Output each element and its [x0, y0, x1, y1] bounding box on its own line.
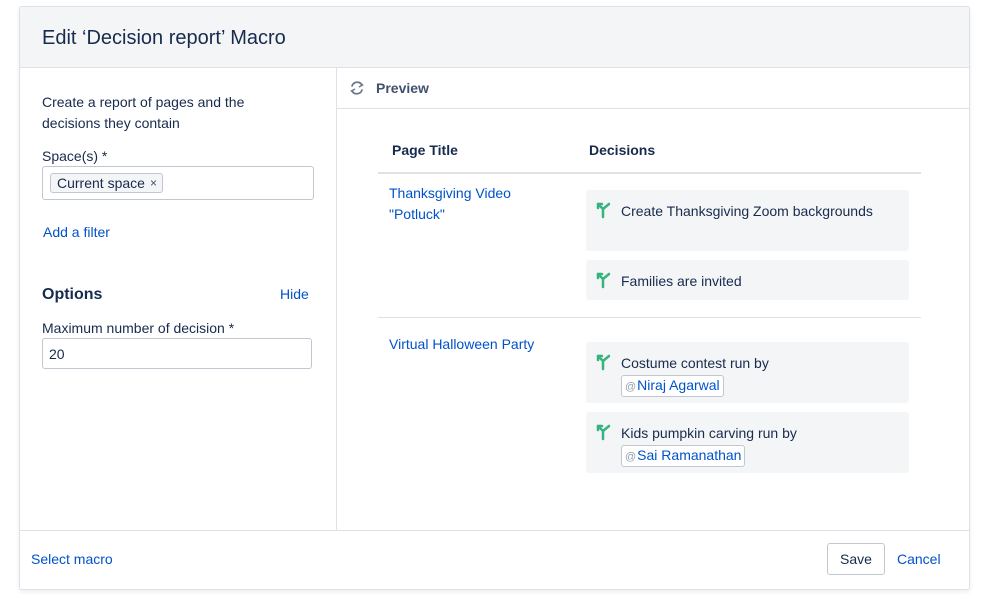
- decision-icon: [596, 424, 611, 441]
- select-macro-link[interactable]: Select macro: [31, 551, 113, 567]
- mention-name: Sai Ramanathan: [637, 447, 742, 463]
- preview-panel: Preview Page Title Decisions Thanksgivin…: [337, 68, 969, 530]
- mention-at-icon: @: [625, 451, 637, 463]
- add-filter-link[interactable]: Add a filter: [43, 224, 110, 240]
- macro-description: Create a report of pages and the decisio…: [42, 94, 245, 131]
- spaces-input[interactable]: Current space ×: [42, 166, 314, 200]
- column-header-page-title: Page Title: [392, 142, 458, 158]
- decision-item: Families are invited: [586, 260, 909, 300]
- save-button[interactable]: Save: [827, 543, 885, 575]
- decision-item: Costume contest run by @Niraj Agarwal: [586, 342, 909, 403]
- dialog-footer: Select macro Save Cancel: [20, 530, 969, 589]
- max-decisions-label: Maximum number of decision *: [42, 320, 235, 336]
- dialog-header: Edit ‘Decision report’ Macro: [20, 7, 969, 68]
- user-mention[interactable]: @Sai Ramanathan: [621, 445, 746, 467]
- decision-text: Costume contest run by: [621, 355, 769, 371]
- refresh-icon[interactable]: [348, 79, 366, 97]
- spaces-label: Space(s) *: [42, 148, 108, 164]
- macro-dialog: Edit ‘Decision report’ Macro Create a re…: [19, 6, 970, 590]
- column-header-decisions: Decisions: [589, 142, 656, 158]
- user-mention[interactable]: @Niraj Agarwal: [621, 375, 724, 397]
- table-header-divider: [378, 172, 921, 174]
- page-title-link[interactable]: Thanksgiving Video "Potluck": [389, 183, 569, 225]
- decision-item: Kids pumpkin carving run by @Sai Ramanat…: [586, 412, 909, 473]
- row-divider: [378, 317, 921, 318]
- preview-label: Preview: [376, 80, 429, 96]
- space-chip-label: Current space: [57, 175, 145, 191]
- cancel-link[interactable]: Cancel: [897, 551, 941, 567]
- decision-text: Create Thanksgiving Zoom backgrounds: [621, 203, 873, 219]
- preview-header: Preview: [337, 68, 969, 109]
- space-chip: Current space ×: [50, 173, 163, 193]
- page-title-link[interactable]: Virtual Halloween Party: [389, 334, 569, 355]
- decision-icon: [596, 354, 611, 371]
- hide-options-link[interactable]: Hide: [280, 286, 309, 302]
- dialog-title: Edit ‘Decision report’ Macro: [42, 27, 286, 49]
- mention-name: Niraj Agarwal: [637, 377, 720, 393]
- decision-text: Families are invited: [621, 273, 742, 289]
- decision-item: Create Thanksgiving Zoom backgrounds: [586, 190, 909, 251]
- decision-icon: [596, 202, 611, 219]
- remove-chip-icon[interactable]: ×: [150, 174, 157, 192]
- max-decisions-input[interactable]: 20: [42, 338, 312, 369]
- mention-at-icon: @: [625, 381, 637, 393]
- settings-panel: Create a report of pages and the decisio…: [20, 68, 337, 530]
- options-heading: Options: [42, 286, 103, 303]
- decision-icon: [596, 272, 611, 289]
- decision-text: Kids pumpkin carving run by: [621, 425, 797, 441]
